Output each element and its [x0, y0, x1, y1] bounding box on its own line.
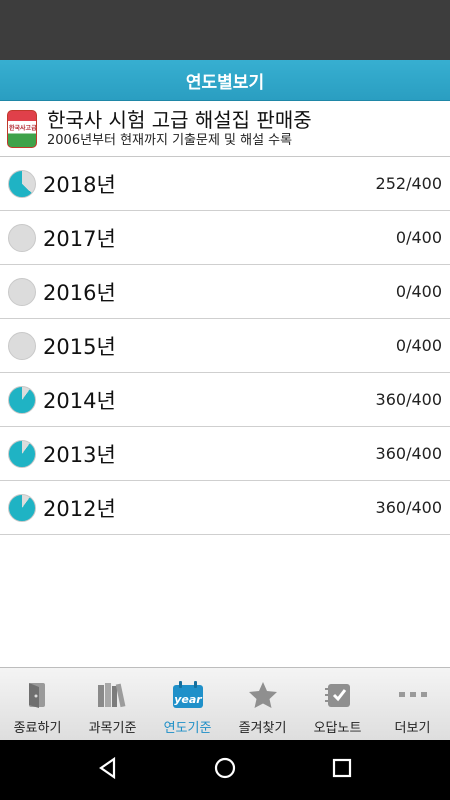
nav-year[interactable]: year 연도기준: [150, 668, 225, 740]
system-nav-bar: [0, 740, 450, 800]
progress-pie-icon: [8, 439, 36, 468]
year-row[interactable]: 2013년 360/400: [0, 427, 450, 481]
nav-exit-label: 종료하기: [13, 721, 62, 736]
year-row[interactable]: 2012년 360/400: [0, 481, 450, 535]
title-bar: 연도별보기: [0, 60, 450, 101]
promo-banner[interactable]: 한국사고급 한국사 시험 고급 해설집 판매중 2006년부터 현재까지 기출문…: [0, 101, 450, 157]
page-title: 연도별보기: [185, 72, 265, 93]
promo-subtitle: 2006년부터 현재까지 기출문제 및 해설 수록: [47, 132, 293, 148]
year-label: 2018년: [43, 172, 116, 197]
star-icon: [246, 680, 280, 710]
nav-wrong-notes-label: 오답노트: [313, 721, 362, 736]
year-label: 2016년: [43, 280, 116, 305]
back-icon[interactable]: [96, 756, 120, 784]
year-label: 2014년: [43, 388, 116, 413]
calendar-year-text: year: [174, 693, 202, 706]
year-label: 2015년: [43, 334, 116, 359]
promo-title: 한국사 시험 고급 해설집 판매중: [47, 107, 312, 132]
year-score: 0/400: [395, 282, 442, 301]
year-row[interactable]: 2017년 0/400: [0, 211, 450, 265]
year-row[interactable]: 2014년 360/400: [0, 373, 450, 427]
progress-pie-icon: [8, 493, 36, 522]
year-list: 2018년 252/400 2017년 0/400 2016년 0/400 20…: [0, 157, 450, 535]
recents-icon[interactable]: [330, 756, 354, 784]
home-icon[interactable]: [213, 756, 237, 784]
year-row[interactable]: 2016년 0/400: [0, 265, 450, 319]
year-score: 360/400: [375, 498, 442, 517]
year-row[interactable]: 2018년 252/400: [0, 157, 450, 211]
nav-subject[interactable]: 과목기준: [75, 668, 150, 740]
progress-pie-icon: [8, 277, 36, 306]
year-score: 252/400: [375, 174, 442, 193]
nav-wrong-notes[interactable]: 오답노트: [300, 668, 375, 740]
nav-more-label: 더보기: [394, 721, 431, 736]
nav-exit[interactable]: 종료하기: [0, 668, 75, 740]
year-row[interactable]: 2015년 0/400: [0, 319, 450, 373]
year-score: 360/400: [375, 444, 442, 463]
books-icon: [96, 680, 130, 710]
progress-pie-icon: [8, 223, 36, 252]
progress-pie-icon: [8, 169, 36, 198]
year-label: 2017년: [43, 226, 116, 251]
year-score: 0/400: [395, 336, 442, 355]
book-cover-icon: 한국사고급: [7, 109, 37, 148]
nav-favorites[interactable]: 즐겨찾기: [225, 668, 300, 740]
nav-year-label: 연도기준: [163, 721, 212, 736]
calendar-year-icon: year: [171, 680, 205, 710]
bottom-nav: 종료하기 과목기준 year 연도기준 즐겨찾기 오답노트 더보기: [0, 667, 450, 740]
year-label: 2012년: [43, 496, 116, 521]
more-dots-icon: [396, 680, 430, 710]
year-score: 360/400: [375, 390, 442, 409]
status-bar: [0, 0, 450, 60]
progress-pie-icon: [8, 385, 36, 414]
book-cover-text: 한국사고급: [9, 124, 37, 132]
nav-more[interactable]: 더보기: [375, 668, 450, 740]
progress-pie-icon: [8, 331, 36, 360]
exit-door-icon: [21, 680, 55, 710]
year-score: 0/400: [395, 228, 442, 247]
nav-favorites-label: 즐겨찾기: [238, 721, 287, 736]
notebook-check-icon: [321, 680, 355, 710]
nav-subject-label: 과목기준: [88, 721, 137, 736]
year-label: 2013년: [43, 442, 116, 467]
